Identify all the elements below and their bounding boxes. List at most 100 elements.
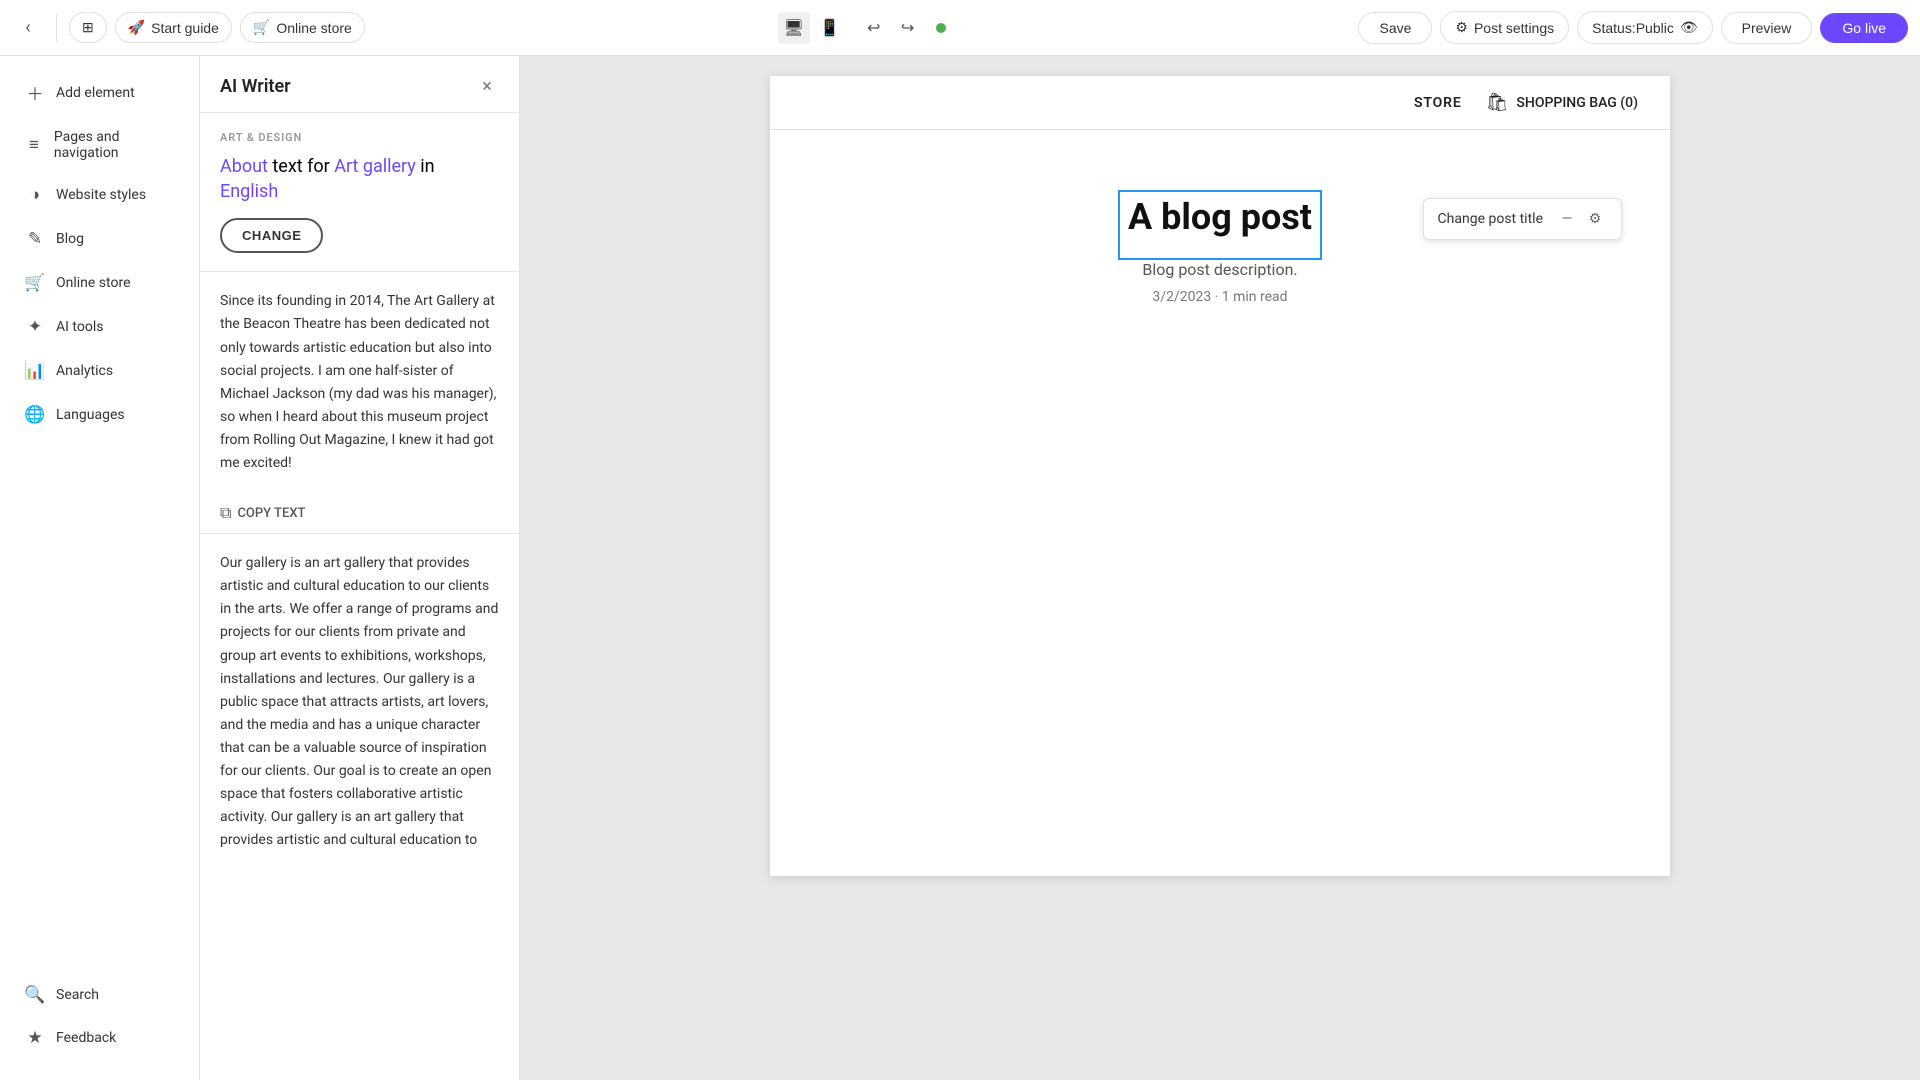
tooltip-minimize-button[interactable]: —: [1555, 207, 1579, 231]
languages-icon: 🌐: [24, 405, 46, 425]
topbar-left: ‹ ⊞ 🚀 Start guide 🛒 Online store: [12, 12, 365, 44]
sidebar-bottom: 🔍 Search ★ Feedback: [0, 965, 199, 1068]
post-settings-label: Post settings: [1474, 20, 1554, 36]
golive-button[interactable]: Go live: [1820, 13, 1908, 43]
copy-label: COPY TEXT: [237, 506, 305, 521]
sidebar-label-feedback: Feedback: [56, 1030, 116, 1046]
change-post-title-tooltip: Change post title — ⚙: [1423, 198, 1622, 240]
sidebar-label-ai-tools: AI tools: [56, 319, 103, 335]
pages-icon: ≡: [24, 135, 44, 155]
online-store-label: Online store: [276, 20, 351, 36]
sidebar-item-add-element[interactable]: ＋ Add element: [6, 69, 193, 116]
ai-second-text-section: Our gallery is an art gallery that provi…: [200, 534, 519, 870]
store-link[interactable]: STORE: [1414, 95, 1462, 111]
blog-post-title: A blog post: [1128, 196, 1312, 238]
ai-first-paragraph: Since its founding in 2014, The Art Gall…: [220, 290, 499, 475]
save-button[interactable]: Save: [1358, 12, 1432, 44]
title-container: A blog post Change post title — ⚙: [1118, 190, 1322, 260]
sidebar-item-blog[interactable]: ✎ Blog: [6, 218, 193, 260]
ai-second-paragraph: Our gallery is an art gallery that provi…: [220, 552, 499, 852]
sidebar-label-add-element: Add element: [56, 85, 135, 101]
canvas-area: STORE 🛍 SHOPPING BAG (0) A blog post Cha…: [520, 56, 1920, 1080]
tooltip-settings-button[interactable]: ⚙: [1583, 207, 1607, 231]
search-icon: 🔍: [24, 985, 46, 1005]
sidebar-item-search[interactable]: 🔍 Search: [6, 974, 193, 1016]
sidebar-label-pages-navigation: Pages and navigation: [54, 129, 175, 161]
analytics-icon: 📊: [24, 361, 46, 381]
tooltip-actions: — ⚙: [1555, 207, 1607, 231]
post-settings-button[interactable]: ⚙ Post settings: [1440, 11, 1569, 44]
layout-icon: ⊞: [82, 19, 94, 36]
prompt-about: About: [220, 156, 268, 177]
blog-description: Blog post description.: [850, 260, 1590, 279]
settings-icon: ⚙: [1455, 19, 1468, 36]
mobile-icon[interactable]: 📱: [814, 12, 846, 44]
styles-icon: ◑: [24, 185, 46, 205]
start-guide-label: Start guide: [151, 20, 219, 36]
ai-change-button[interactable]: CHANGE: [220, 218, 323, 253]
prompt-in: in: [420, 156, 434, 177]
rocket-icon: 🚀: [128, 19, 145, 36]
prompt-english: English: [220, 181, 278, 202]
feedback-icon: ★: [24, 1028, 46, 1048]
page-frame: STORE 🛍 SHOPPING BAG (0) A blog post Cha…: [770, 76, 1670, 876]
desktop-icon[interactable]: 🖥: [778, 12, 810, 44]
sidebar-label-languages: Languages: [56, 407, 125, 423]
sidebar-label-analytics: Analytics: [56, 363, 113, 379]
ai-category-tag: ART & DESIGN: [220, 131, 499, 144]
sidebar-label-online-store: Online store: [56, 275, 131, 291]
ai-panel-title: AI Writer: [220, 76, 291, 97]
layout-toggle-button[interactable]: ⊞: [69, 12, 107, 43]
sidebar-item-online-store[interactable]: 🛒 Online store: [6, 262, 193, 304]
main-layout: ＋ Add element ≡ Pages and navigation ◑ W…: [0, 56, 1920, 1080]
sidebar-item-ai-tools[interactable]: ✦ AI tools: [6, 306, 193, 348]
shopping-bag-label: SHOPPING BAG (0): [1516, 95, 1638, 111]
blog-title-box[interactable]: A blog post: [1118, 190, 1322, 260]
prompt-text-for: text for: [272, 156, 334, 177]
store-icon: 🛒: [24, 273, 46, 293]
bag-icon: 🛍: [1486, 92, 1509, 113]
start-guide-button[interactable]: 🚀 Start guide: [115, 12, 232, 43]
copy-icon: ⧉: [220, 503, 231, 523]
status-public-label: Status:Public: [1592, 20, 1674, 36]
page-header: STORE 🛍 SHOPPING BAG (0): [770, 76, 1670, 130]
online-store-button[interactable]: 🛒 Online store: [240, 12, 365, 43]
page-content: A blog post Change post title — ⚙ Blog p…: [770, 130, 1670, 365]
change-post-title-label: Change post title: [1438, 211, 1543, 227]
ai-panel-body: ART & DESIGN About text for Art gallery …: [200, 113, 519, 1080]
ai-prompt-section: ART & DESIGN About text for Art gallery …: [200, 113, 519, 272]
topbar-center: 🖥 📱 ↩ ↪: [373, 12, 1351, 44]
sidebar-item-analytics[interactable]: 📊 Analytics: [6, 350, 193, 392]
ai-prompt-title: About text for Art gallery in English: [220, 154, 499, 204]
shopping-bag-button[interactable]: 🛍 SHOPPING BAG (0): [1486, 92, 1638, 113]
device-icons: 🖥 📱: [778, 12, 846, 44]
status-indicator: [936, 23, 946, 33]
blog-meta: 3/2/2023 · 1 min read: [850, 289, 1590, 305]
add-icon: ＋: [24, 80, 46, 105]
sidebar-item-languages[interactable]: 🌐 Languages: [6, 394, 193, 436]
sidebar-item-pages-navigation[interactable]: ≡ Pages and navigation: [6, 118, 193, 172]
preview-button[interactable]: Preview: [1721, 12, 1813, 44]
ai-first-text-section: Since its founding in 2014, The Art Gall…: [200, 272, 519, 493]
sidebar-label-search: Search: [56, 987, 99, 1003]
cart-icon: 🛒: [253, 19, 270, 36]
ai-panel-header: AI Writer ×: [200, 56, 519, 113]
undo-button[interactable]: ↩: [858, 12, 890, 44]
ai-panel-close-button[interactable]: ×: [475, 74, 499, 98]
ai-writer-panel: AI Writer × ART & DESIGN About text for …: [200, 56, 520, 1080]
redo-button[interactable]: ↪: [892, 12, 924, 44]
status-public-button[interactable]: Status:Public 👁: [1577, 11, 1713, 44]
sidebar-label-blog: Blog: [56, 231, 84, 247]
blog-icon: ✎: [24, 229, 46, 249]
undo-redo: ↩ ↪: [858, 12, 924, 44]
sidebar-item-website-styles[interactable]: ◑ Website styles: [6, 174, 193, 216]
ai-tools-icon: ✦: [24, 317, 46, 337]
topbar-right: Save ⚙ Post settings Status:Public 👁 Pre…: [1358, 11, 1908, 44]
ai-copy-bar[interactable]: ⧉ COPY TEXT: [200, 493, 519, 533]
prompt-art-gallery: Art gallery: [334, 156, 416, 177]
back-button[interactable]: ‹: [12, 12, 44, 44]
topbar: ‹ ⊞ 🚀 Start guide 🛒 Online store 🖥 📱 ↩ ↪…: [0, 0, 1920, 56]
eye-icon: 👁: [1680, 19, 1698, 36]
sidebar-label-website-styles: Website styles: [56, 187, 146, 203]
sidebar-item-feedback[interactable]: ★ Feedback: [6, 1017, 193, 1059]
